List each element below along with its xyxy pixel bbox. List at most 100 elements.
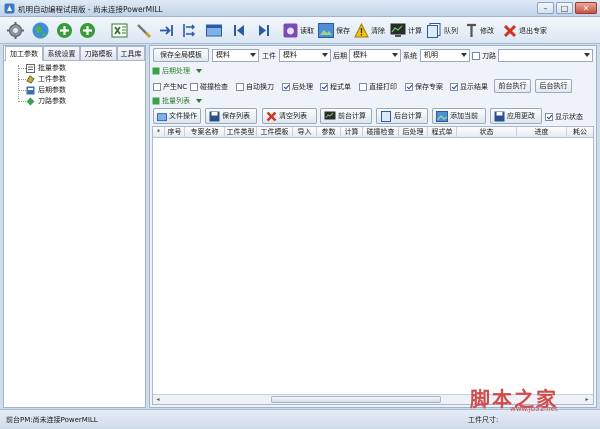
status-connection: 前台PM:尚未连接PowerMILL — [6, 416, 98, 424]
branch-arrows-icon — [183, 24, 195, 37]
first-button[interactable] — [232, 20, 247, 41]
tree-item-workpiece-params[interactable]: 工件参数 — [4, 74, 144, 85]
scroll-left-icon[interactable]: ◂ — [154, 396, 162, 403]
add-item-button[interactable] — [79, 20, 96, 41]
batch-section-header[interactable]: 批量列表 — [152, 96, 202, 106]
wrench-icon — [467, 23, 476, 37]
scroll-right-icon[interactable]: ▸ — [583, 396, 591, 403]
maximize-button[interactable]: □ — [556, 2, 573, 14]
column-header[interactable]: 专案名称 — [185, 127, 225, 138]
column-header[interactable]: 后处理 — [399, 127, 428, 138]
batch-section-icon — [152, 97, 160, 105]
opt-collision-check[interactable]: 碰撞检查 — [190, 81, 228, 92]
column-header[interactable]: 碰撞检查 — [363, 127, 399, 138]
chevron-down-icon — [196, 99, 202, 103]
tree-item-post-params[interactable]: 后期参数 — [4, 85, 144, 96]
background-compute-button[interactable]: 后台计算 — [376, 108, 428, 124]
floppy-icon — [209, 111, 220, 121]
queue-label: 队列 — [444, 26, 458, 35]
queue-button[interactable]: 队列 — [427, 20, 458, 41]
workpiece-label: 工件 — [262, 52, 276, 60]
tab-system-settings[interactable]: 系统设置 — [43, 46, 80, 60]
close-x-icon — [503, 24, 517, 37]
batch-section-title: 批量列表 — [162, 97, 190, 105]
clear-button[interactable]: 清除 — [354, 20, 385, 41]
save-global-template-button[interactable]: 保存全局模板 — [153, 48, 209, 62]
gear-icon — [7, 22, 24, 39]
chevron-down-icon — [461, 53, 467, 57]
camera-icon — [283, 23, 298, 38]
column-header[interactable]: 参数 — [317, 127, 341, 138]
tree-item-batch-params[interactable]: 批量参数 — [4, 63, 144, 74]
chevron-down-icon — [250, 53, 256, 57]
save-image-icon — [318, 23, 334, 38]
workpiece-combo[interactable]: 模料 — [279, 49, 331, 62]
post-label: 后期 — [333, 52, 347, 60]
column-header[interactable]: 工件模板 — [257, 127, 293, 138]
background-run-button[interactable]: 后台执行 — [535, 79, 572, 93]
tab-toolpath-templates[interactable]: 刀路模板 — [80, 46, 117, 60]
plus-circle-icon — [57, 23, 72, 38]
clear-list-button[interactable]: 清空列表 — [262, 108, 317, 124]
tab-tool-library[interactable]: 工具库 — [117, 46, 145, 60]
maximize-icon: □ — [560, 3, 569, 13]
close-button[interactable]: ✕ — [575, 2, 597, 14]
column-header[interactable]: 状态 — [457, 127, 517, 138]
toolpath-checkbox[interactable]: 刀路 — [472, 50, 496, 61]
system-combo[interactable]: 机明 — [420, 49, 470, 62]
arrow-to-line-icon — [160, 25, 173, 36]
tree-item-toolpath-params[interactable]: 刀路参数 — [4, 96, 144, 107]
post-section-header[interactable]: 后期处理 — [152, 66, 202, 76]
column-header[interactable]: 序号 — [165, 127, 185, 138]
foreground-run-button[interactable]: 前台执行 — [494, 79, 531, 93]
show-status-checkbox[interactable]: 显示状态 — [545, 111, 583, 122]
scroll-thumb[interactable] — [271, 396, 441, 403]
opt-show-result[interactable]: 显示结果 — [450, 81, 488, 92]
column-header[interactable]: 导入 — [293, 127, 317, 138]
opt-post-process[interactable]: 后处理 — [282, 81, 313, 92]
compute-label: 计算 — [408, 26, 422, 35]
tree-item-label: 工件参数 — [38, 75, 66, 83]
import-button[interactable] — [158, 20, 175, 41]
post-combo[interactable]: 模料 — [349, 49, 401, 62]
spreadsheet-icon — [111, 23, 128, 38]
tool-button[interactable] — [135, 20, 152, 41]
tab-machining-params[interactable]: 加工参数 — [5, 46, 43, 61]
save-list-button[interactable]: 保存列表 — [205, 108, 257, 124]
opt-direct-print[interactable]: 直接打印 — [359, 81, 397, 92]
compute-button[interactable]: 计算 — [390, 20, 422, 41]
split-button[interactable] — [181, 20, 198, 41]
globe-icon — [32, 22, 49, 39]
column-header[interactable]: * — [153, 127, 165, 138]
globe-button[interactable] — [31, 20, 50, 41]
opt-auto-tool-change[interactable]: 自动换刀 — [236, 81, 274, 92]
apply-changes-button[interactable]: 应用更改 — [490, 108, 542, 124]
opt-save-project[interactable]: 保存专案 — [405, 81, 443, 92]
minimize-button[interactable]: – — [537, 2, 554, 14]
add-button[interactable] — [56, 20, 73, 41]
toolpath-icon — [26, 97, 35, 106]
settings-button[interactable] — [6, 20, 25, 41]
read-button[interactable]: 读取 — [283, 20, 314, 41]
column-header[interactable]: 计算 — [341, 127, 363, 138]
exit-expert-button[interactable]: 退出专家 — [503, 20, 547, 41]
opt-generate-nc[interactable]: 产生NC — [153, 81, 187, 92]
excel-button[interactable] — [111, 20, 128, 41]
opt-program-sheet[interactable]: 程式单 — [320, 81, 351, 92]
template-combo[interactable]: 模料 — [212, 49, 259, 62]
last-button[interactable] — [256, 20, 271, 41]
column-header[interactable]: 程式单 — [428, 127, 457, 138]
file-operations-button[interactable]: 文件操作 — [153, 108, 201, 124]
document-copy-icon — [427, 23, 441, 38]
column-header[interactable]: 耗公 — [567, 127, 593, 138]
folder-button[interactable] — [205, 20, 223, 41]
modify-button[interactable]: 修改 — [465, 20, 494, 41]
foreground-compute-button[interactable]: 前台计算 — [320, 108, 372, 124]
add-current-button[interactable]: 添加当前 — [432, 108, 486, 124]
batch-grid[interactable]: * 序号 专案名称 工件类型 工件模板 导入 参数 计算 碰撞检查 后处理 程式… — [152, 126, 594, 405]
toolpath-combo[interactable] — [498, 49, 593, 62]
column-header[interactable]: 进度 — [517, 127, 567, 138]
app-icon — [4, 3, 15, 14]
save-button[interactable]: 保存 — [318, 20, 350, 41]
column-header[interactable]: 工件类型 — [225, 127, 257, 138]
